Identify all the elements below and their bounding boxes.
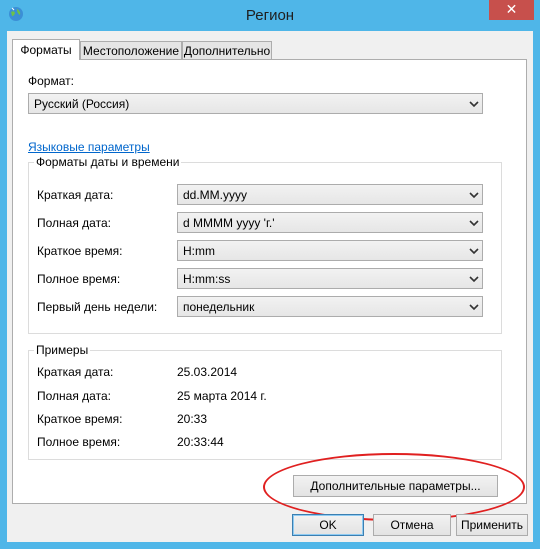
tab-label: Форматы (20, 43, 72, 57)
tab-administrative[interactable]: Дополнительно (182, 41, 272, 59)
example-long-time-value: 20:33:44 (177, 435, 224, 449)
chevron-down-icon (469, 192, 479, 199)
example-short-date-label: Краткая дата: (37, 365, 114, 379)
close-button[interactable]: ✕ (489, 0, 534, 20)
format-select[interactable]: Русский (Россия) (28, 93, 483, 114)
long-time-value: H:mm:ss (183, 272, 231, 286)
chevron-down-icon (469, 101, 479, 108)
format-value: Русский (Россия) (34, 97, 130, 111)
datetime-group-title: Форматы даты и времени (34, 155, 182, 169)
example-short-time-value: 20:33 (177, 412, 208, 426)
datetime-formats-group: Форматы даты и времени Краткая дата: dd.… (28, 155, 502, 334)
first-day-select[interactable]: понедельник (177, 296, 483, 317)
tab-location[interactable]: Местоположение (80, 41, 182, 59)
cancel-button[interactable]: Отмена (373, 514, 451, 536)
dialog-client: Форматы Местоположение Дополнительно Фор… (7, 31, 533, 542)
first-day-label: Первый день недели: (37, 300, 158, 314)
chevron-down-icon (469, 276, 479, 283)
format-label: Формат: (28, 74, 74, 88)
long-date-select[interactable]: d MMMM yyyy 'г.' (177, 212, 483, 233)
long-time-label: Полное время: (37, 272, 121, 286)
tab-label: Дополнительно (183, 44, 271, 58)
long-date-value: d MMMM yyyy 'г.' (183, 216, 275, 230)
chevron-down-icon (469, 248, 479, 255)
ok-button[interactable]: OK (292, 514, 364, 536)
title-bar[interactable]: Регион ✕ (0, 0, 540, 31)
tab-formats[interactable]: Форматы (12, 39, 80, 60)
chevron-down-icon (469, 220, 479, 227)
short-date-label: Краткая дата: (37, 188, 114, 202)
examples-group-title: Примеры (34, 343, 91, 357)
region-dialog: Регион ✕ Форматы Местоположение Дополнит… (0, 0, 540, 549)
short-time-select[interactable]: H:mm (177, 240, 483, 261)
close-icon: ✕ (505, 1, 518, 17)
example-long-time-label: Полное время: (37, 435, 121, 449)
short-time-label: Краткое время: (37, 244, 123, 258)
first-day-value: понедельник (183, 300, 255, 314)
example-short-date-value: 25.03.2014 (177, 365, 238, 379)
example-short-time-label: Краткое время: (37, 412, 123, 426)
long-date-label: Полная дата: (37, 216, 111, 230)
short-time-value: H:mm (183, 244, 215, 258)
short-date-select[interactable]: dd.MM.yyyy (177, 184, 483, 205)
language-settings-link[interactable]: Языковые параметры (28, 140, 150, 154)
window-title: Регион (245, 7, 295, 24)
advanced-settings-button[interactable]: Дополнительные параметры... (293, 475, 498, 497)
apply-button[interactable]: Применить (456, 514, 528, 536)
long-time-select[interactable]: H:mm:ss (177, 268, 483, 289)
short-date-value: dd.MM.yyyy (183, 188, 248, 202)
examples-group: Примеры Краткая дата: 25.03.2014 Полная … (28, 343, 502, 460)
example-long-date-label: Полная дата: (37, 389, 111, 403)
formats-panel: Формат: Русский (Россия) Языковые параме… (12, 59, 527, 521)
example-long-date-value: 25 марта 2014 г. (177, 389, 267, 403)
tab-label: Местоположение (82, 44, 180, 58)
chevron-down-icon (469, 304, 479, 311)
